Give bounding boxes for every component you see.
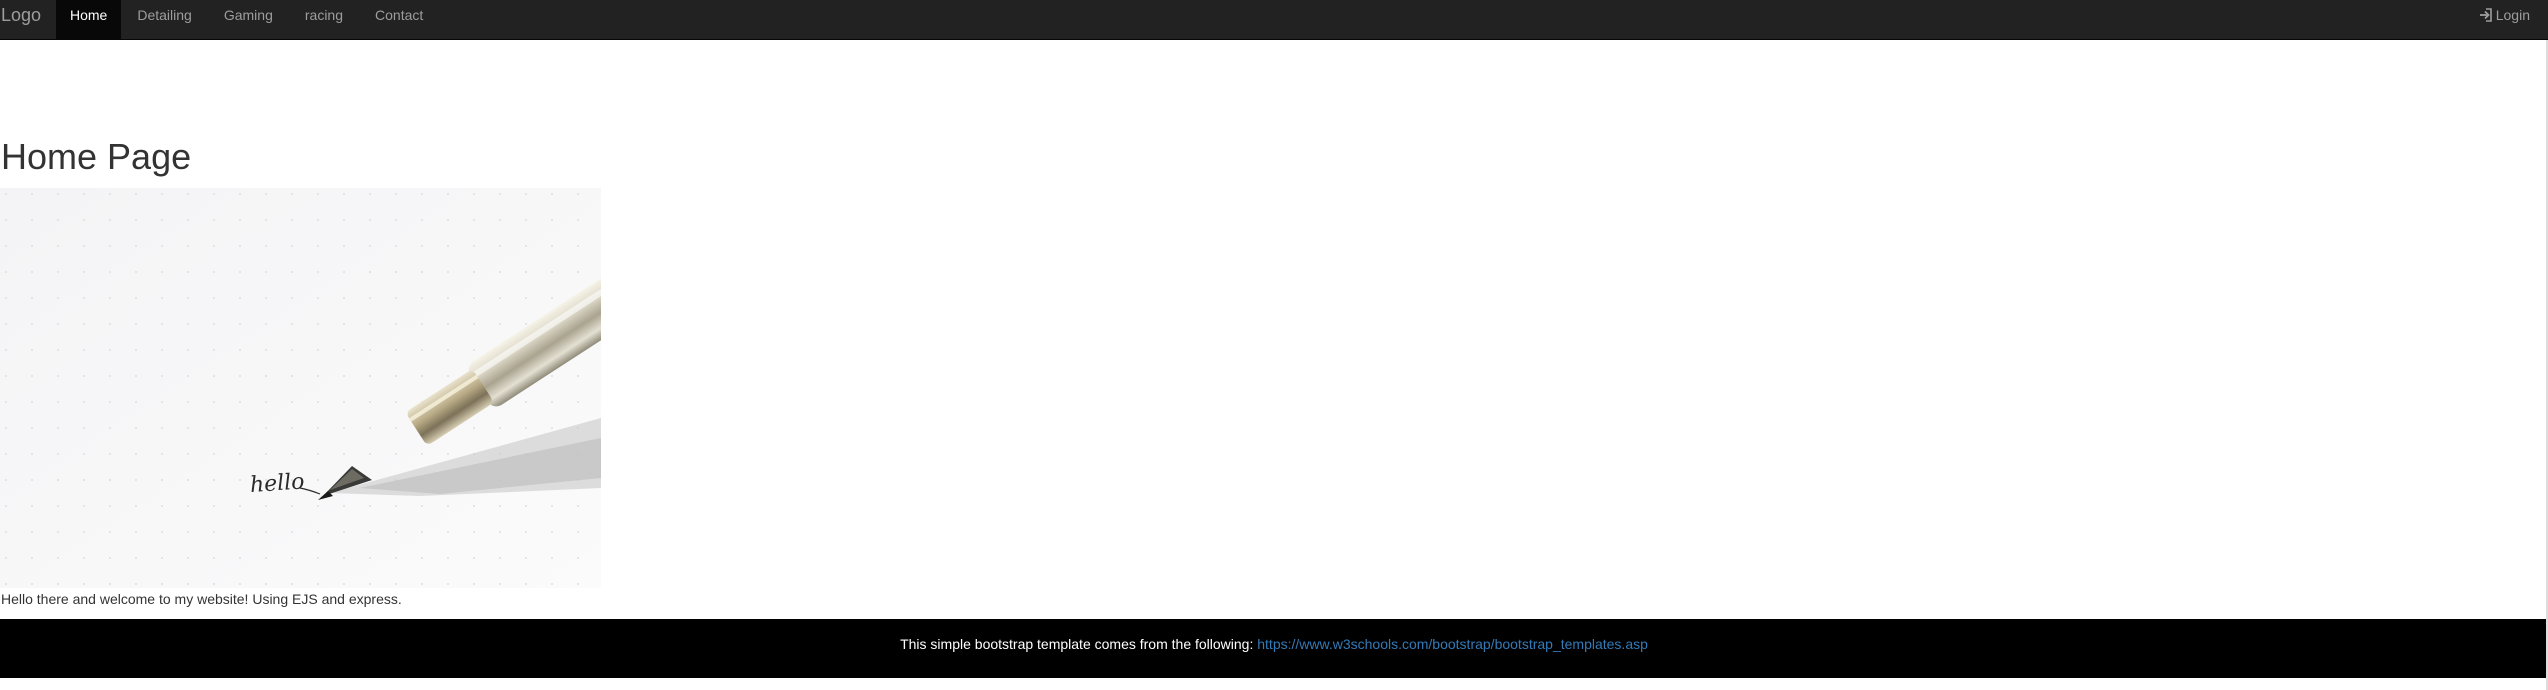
top-navbar: Logo Home Detailing Gaming racing Contac… (0, 0, 2548, 40)
nav-item-detailing[interactable]: Detailing (121, 0, 207, 40)
nav-item-gaming[interactable]: Gaming (208, 0, 289, 40)
log-in-icon (2479, 0, 2493, 30)
welcome-text: Hello there and welcome to my website! U… (1, 591, 402, 607)
page-title: Home Page (1, 136, 192, 177)
login-label: Login (2495, 7, 2530, 23)
brand-logo[interactable]: Logo (0, 0, 41, 40)
footer: This simple bootstrap template comes fro… (0, 619, 2548, 678)
nav-item-contact[interactable]: Contact (359, 0, 439, 40)
nav-item-racing[interactable]: racing (289, 0, 359, 40)
footer-text: This simple bootstrap template comes fro… (900, 636, 1254, 652)
handwriting-text: hello (249, 469, 305, 498)
nav-list: Home Detailing Gaming racing Contact (56, 0, 439, 40)
footer-link[interactable]: https://www.w3schools.com/bootstrap/boot… (1257, 636, 1648, 652)
nav-item-home[interactable]: Home (56, 0, 122, 40)
fountain-pen-writing-hello-image: hello (0, 188, 601, 588)
login-link[interactable]: Login (2479, 0, 2530, 40)
